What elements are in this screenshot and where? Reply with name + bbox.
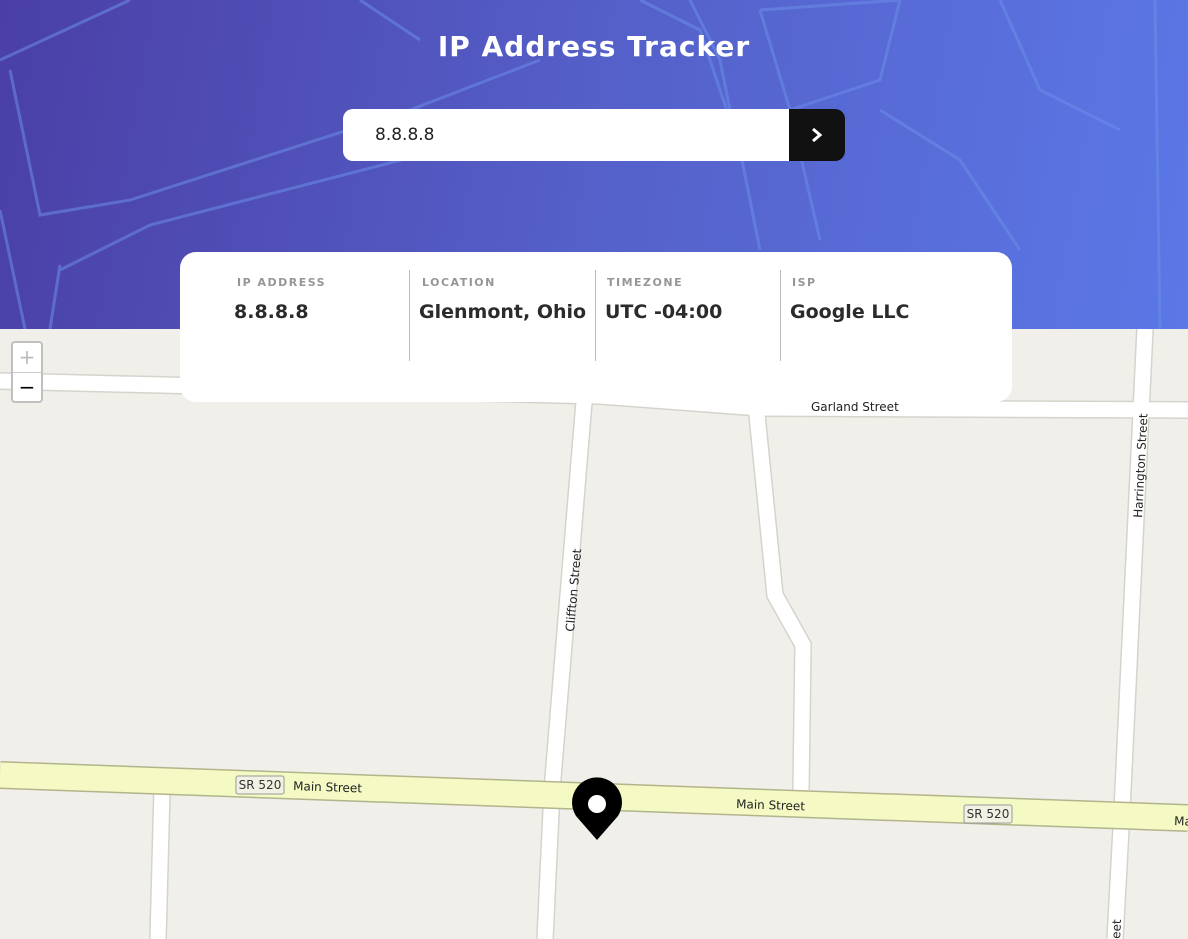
zoom-controls: + − (11, 341, 43, 403)
route-shield-label: SR 520 (967, 807, 1010, 821)
ip-search-form (343, 109, 845, 161)
isp-cell: ISP Google LLC (790, 270, 909, 323)
location-value: Glenmont, Ohio (419, 301, 587, 323)
map-tiles: Garland Street Cliffton Street Harringto… (0, 329, 1188, 939)
page-title: IP Address Tracker (437, 30, 751, 63)
timezone-value: UTC -04:00 (605, 301, 723, 323)
divider (409, 270, 410, 361)
search-submit-button[interactable] (789, 109, 845, 161)
isp-value: Google LLC (790, 301, 910, 323)
ip-search-input[interactable] (343, 109, 789, 161)
zoom-in-button[interactable]: + (13, 343, 41, 373)
route-shield-label: SR 520 (239, 778, 282, 792)
isp-label: ISP (792, 276, 817, 289)
zoom-out-button[interactable]: − (13, 373, 41, 402)
divider (780, 270, 781, 361)
chevron-right-icon (812, 127, 823, 143)
timezone-cell: TIMEZONE UTC -04:00 (605, 270, 722, 323)
route-shield: SR 520 (963, 804, 1013, 824)
timezone-label: TIMEZONE (607, 276, 684, 289)
street-label-main-1: Main Street (293, 779, 363, 795)
street-label-garland: Garland Street (811, 400, 899, 414)
route-shield: SR 520 (235, 775, 285, 795)
ip-address-cell: IP ADDRESS 8.8.8.8 (234, 270, 326, 323)
divider (595, 270, 596, 361)
ip-address-label: IP ADDRESS (237, 276, 327, 289)
street-label-main-3: Ma (1174, 814, 1188, 829)
map-view[interactable]: Garland Street Cliffton Street Harringto… (0, 329, 1188, 939)
location-label: LOCATION (422, 276, 496, 289)
location-cell: LOCATION Glenmont, Ohio (419, 270, 586, 323)
ip-info-card: IP ADDRESS 8.8.8.8 LOCATION Glenmont, Oh… (180, 252, 1012, 402)
street-label-main-2: Main Street (736, 797, 806, 813)
ip-address-value: 8.8.8.8 (234, 301, 309, 323)
street-label-harrington-bottom: eet (1109, 919, 1124, 939)
